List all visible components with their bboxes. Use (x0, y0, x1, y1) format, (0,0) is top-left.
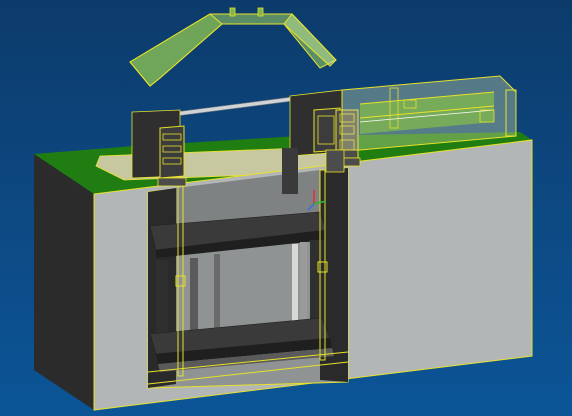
top-rail[interactable] (159, 95, 301, 119)
hood-canopy[interactable] (129, 7, 337, 87)
3d-viewport[interactable] (0, 0, 572, 416)
cad-model-scene[interactable] (0, 0, 572, 416)
left-side-wall (34, 154, 94, 410)
left-gantry-block[interactable] (131, 109, 187, 187)
axis-triad-icon (307, 190, 327, 211)
